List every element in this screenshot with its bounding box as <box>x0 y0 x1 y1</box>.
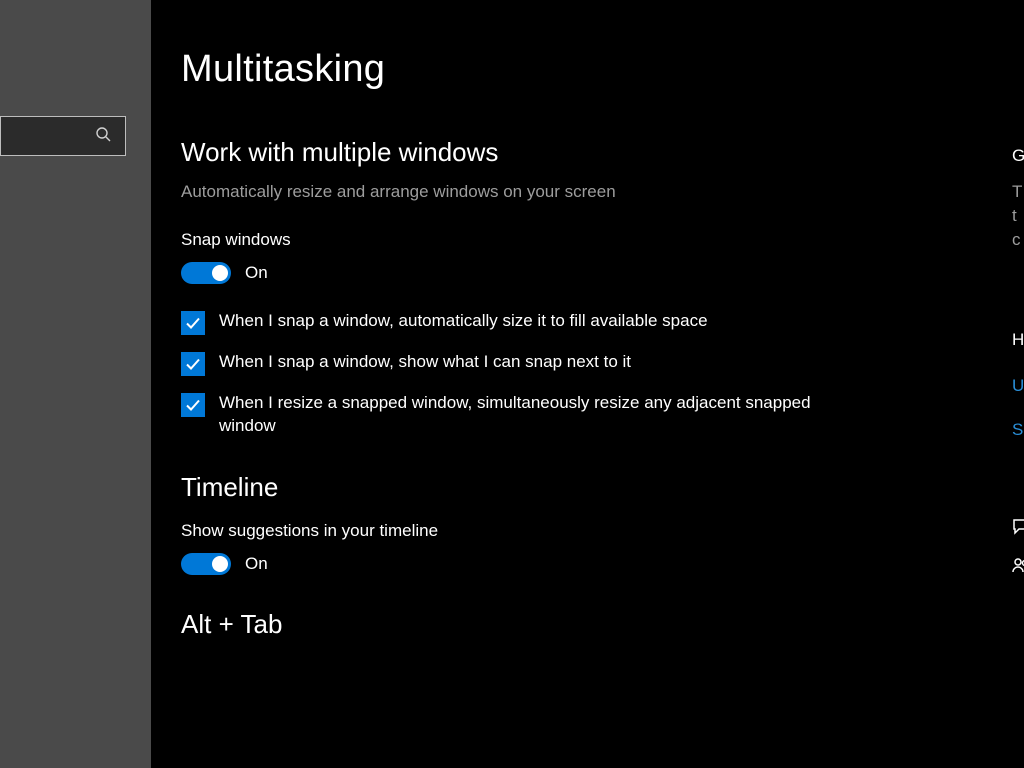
section-heading: Work with multiple windows <box>181 137 994 168</box>
timeline-suggestions-label: Show suggestions in your timeline <box>181 521 994 541</box>
right-text: t <box>1012 206 1017 226</box>
checkbox-fill-space[interactable] <box>181 311 205 335</box>
section-heading: Timeline <box>181 472 994 503</box>
snap-windows-toggle-row: On <box>181 262 994 284</box>
page-title: Multitasking <box>181 48 994 91</box>
snap-option-2: When I snap a window, show what I can sn… <box>181 351 841 376</box>
people-icon <box>1012 556 1024 579</box>
right-text: H <box>1012 330 1024 350</box>
timeline-suggestions-state: On <box>245 554 268 574</box>
snap-option-1: When I snap a window, automatically size… <box>181 310 841 335</box>
checkbox-resize-adjacent[interactable] <box>181 393 205 417</box>
snap-windows-label: Snap windows <box>181 230 994 250</box>
right-text: T <box>1012 182 1022 202</box>
checkbox-label: When I resize a snapped window, simultan… <box>219 392 841 438</box>
toggle-knob <box>212 265 228 281</box>
right-link[interactable]: S <box>1012 420 1023 440</box>
timeline-suggestions-toggle[interactable] <box>181 553 231 575</box>
search-input[interactable] <box>0 116 126 156</box>
snap-windows-toggle[interactable] <box>181 262 231 284</box>
section-alt-tab: Alt + Tab <box>181 609 994 640</box>
section-subtext: Automatically resize and arrange windows… <box>181 182 994 202</box>
snap-option-3: When I resize a snapped window, simultan… <box>181 392 841 438</box>
snap-windows-state: On <box>245 263 268 283</box>
main-content: Multitasking Work with multiple windows … <box>151 0 1024 768</box>
timeline-suggestions-toggle-row: On <box>181 553 994 575</box>
feedback-icon <box>1012 518 1024 541</box>
toggle-knob <box>212 556 228 572</box>
section-heading: Alt + Tab <box>181 609 994 640</box>
sidebar <box>0 0 151 768</box>
checkbox-snap-next[interactable] <box>181 352 205 376</box>
right-text: c <box>1012 230 1021 250</box>
section-timeline: Timeline Show suggestions in your timeli… <box>181 472 994 575</box>
right-text: G <box>1012 146 1024 166</box>
section-work-multiple-windows: Work with multiple windows Automatically… <box>181 137 994 438</box>
right-pane: G T t c H U S <box>1012 0 1024 768</box>
checkbox-label: When I snap a window, show what I can sn… <box>219 351 631 374</box>
right-link[interactable]: U <box>1012 376 1024 396</box>
checkbox-label: When I snap a window, automatically size… <box>219 310 708 333</box>
search-icon <box>95 126 111 147</box>
